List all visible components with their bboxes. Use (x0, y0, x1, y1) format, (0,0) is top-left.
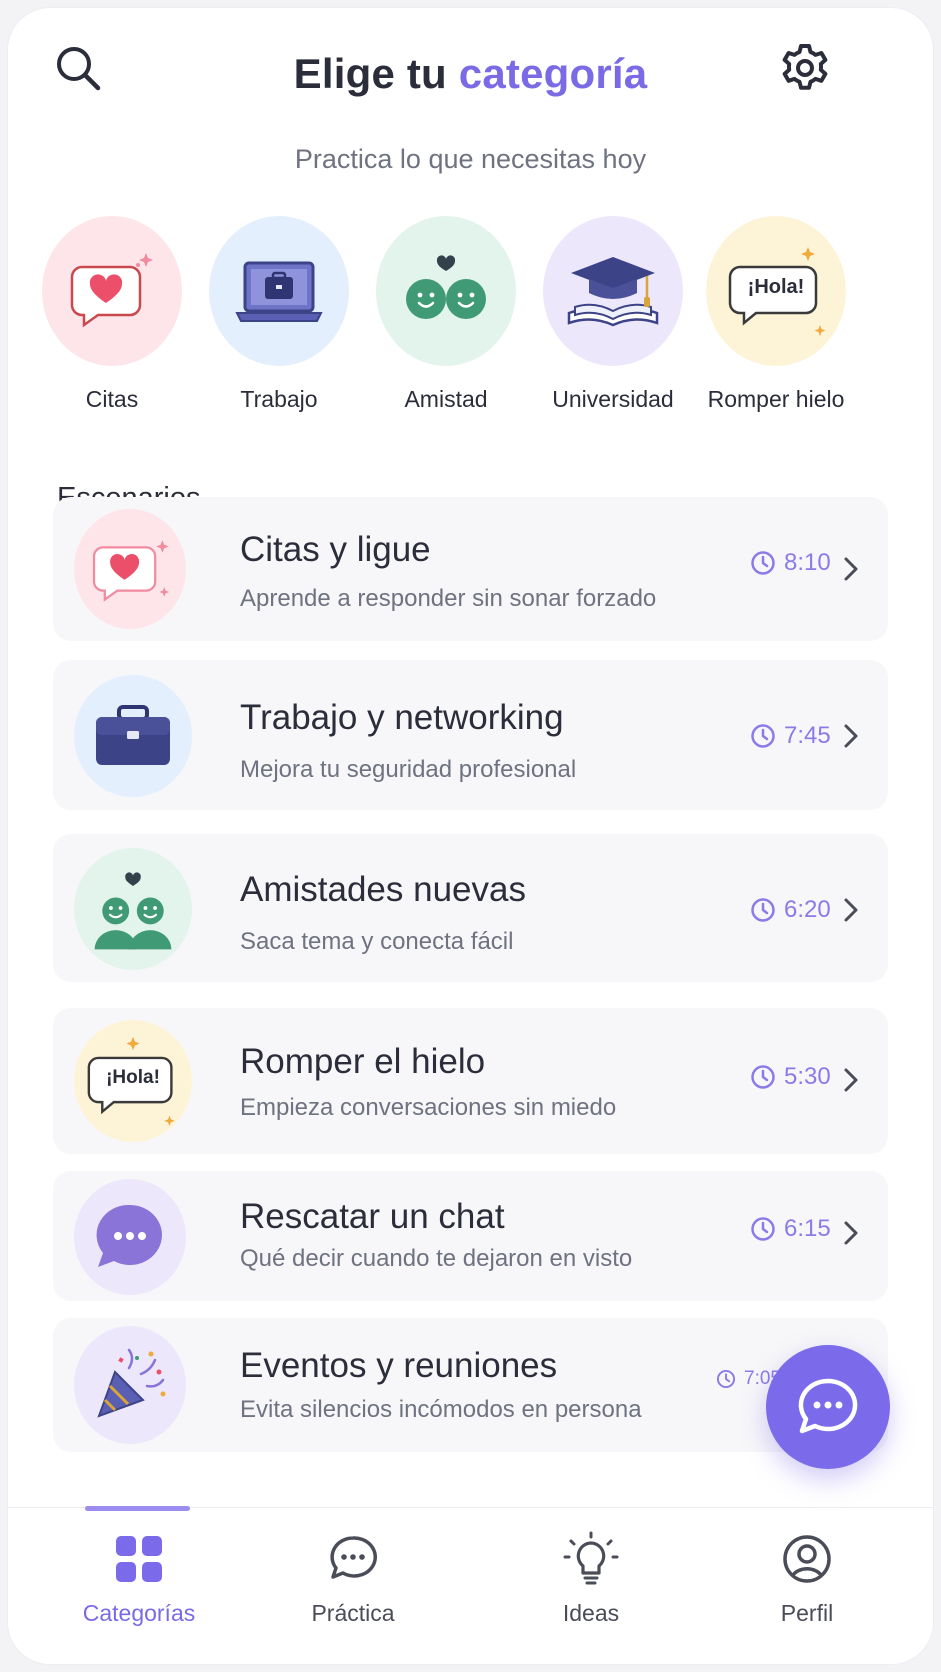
chat-dots-icon (96, 1204, 162, 1267)
friends-icon (406, 255, 486, 319)
nav-ideas[interactable]: Ideas (506, 1528, 676, 1627)
scenario-time: 7:45 (784, 722, 831, 749)
category-trabajo[interactable]: Trabajo (194, 216, 364, 413)
category-strip: Citas Trabajo Amistad Universidad ¡Hola!… (8, 216, 933, 426)
hola-bubble-text: ¡Hola! (106, 1067, 160, 1088)
chat-bubble-icon (798, 1378, 858, 1434)
clock-icon (751, 1065, 775, 1089)
clock-icon (751, 551, 775, 575)
category-circle (209, 216, 349, 366)
party-popper-icon (97, 1348, 166, 1418)
scenario-avatar (74, 1326, 186, 1444)
scenario-desc: Saca tema y conecta fácil (240, 928, 514, 955)
heart-chat-icon (92, 540, 170, 602)
category-label: Romper hielo (707, 386, 845, 412)
settings-button[interactable] (777, 40, 833, 96)
hola-bubble-icon: ¡Hola! (85, 1033, 181, 1129)
scenario-time: 8:10 (784, 549, 831, 576)
briefcase-icon (96, 705, 170, 765)
category-citas[interactable]: Citas (27, 216, 197, 413)
page-title-accent: categoría (458, 50, 648, 97)
clock-icon (716, 1369, 736, 1389)
scenario-title: Amistades nuevas (240, 870, 526, 909)
scenario-title: Eventos y reuniones (240, 1346, 558, 1385)
scenario-duration: 5:30 (750, 1063, 831, 1091)
profile-icon (783, 1535, 831, 1583)
scenario-card-rescatar-chat[interactable]: Rescatar un chat Qué decir cuando te dej… (53, 1171, 888, 1301)
category-label: Trabajo (240, 386, 318, 412)
scenario-title: Trabajo y networking (240, 698, 564, 737)
chat-icon (330, 1536, 378, 1579)
gear-icon (782, 44, 828, 90)
chevron-right-icon (844, 1221, 858, 1245)
scenario-card-eventos[interactable]: Eventos y reuniones Evita silencios incó… (53, 1318, 888, 1452)
scenario-desc: Aprende a responder sin sonar forzado (240, 585, 657, 612)
scenario-duration: 8:10 (750, 549, 831, 577)
category-romper-hielo[interactable]: ¡Hola! Romper hielo (691, 216, 861, 413)
chat-fab-button[interactable] (766, 1345, 890, 1469)
app-screen: Elige tu categoría Practica lo que neces… (8, 8, 933, 1664)
graduation-cap-icon (567, 257, 659, 327)
scenario-card-citas[interactable]: Citas y ligue Aprende a responder sin so… (53, 497, 888, 641)
category-circle (543, 216, 683, 366)
scenario-desc: Mejora tu seguridad profesional (240, 756, 577, 783)
category-circle: ¡Hola! (706, 216, 846, 366)
scenario-desc: Qué decir cuando te dejaron en visto (240, 1245, 633, 1272)
heart-chat-icon (70, 253, 153, 328)
scenario-time: 6:20 (784, 896, 831, 923)
category-amistad[interactable]: Amistad (361, 216, 531, 413)
nav-label: Perfil (780, 1600, 834, 1626)
scenario-avatar (74, 1179, 186, 1295)
chevron-right-icon (844, 724, 858, 748)
scenario-title: Romper el hielo (240, 1042, 486, 1081)
grid-icon (116, 1536, 162, 1582)
scenario-title: Rescatar un chat (240, 1197, 505, 1236)
nav-practica[interactable]: Práctica (268, 1528, 438, 1627)
scenario-card-trabajo[interactable]: Trabajo y networking Mejora tu seguridad… (53, 660, 888, 810)
category-circle (42, 216, 182, 366)
clock-icon (751, 1217, 775, 1241)
scenario-desc: Empieza conversaciones sin miedo (240, 1094, 617, 1121)
scenario-duration: 7:45 (750, 722, 831, 750)
scenario-desc: Evita silencios incómodos en persona (240, 1396, 642, 1423)
friends-icon (94, 872, 172, 950)
nav-label: Categorías (82, 1600, 196, 1626)
scenario-card-romper-hielo[interactable]: ¡Hola! Romper el hielo Empieza conversac… (53, 1008, 888, 1154)
scenario-avatar (74, 675, 192, 797)
scenario-duration: 6:15 (750, 1215, 831, 1243)
page-title-main: Elige tu (293, 50, 447, 97)
category-circle (376, 216, 516, 366)
hola-bubble-text: ¡Hola! (747, 276, 805, 298)
clock-icon (751, 898, 775, 922)
category-label: Citas (85, 386, 139, 412)
chevron-right-icon (844, 1068, 858, 1092)
laptop-briefcase-icon (235, 261, 323, 322)
scenario-card-amistades[interactable]: Amistades nuevas Saca tema y conecta fác… (53, 834, 888, 982)
scenario-avatar (74, 848, 192, 970)
category-label: Amistad (404, 386, 488, 412)
clock-icon (751, 724, 775, 748)
bottom-nav: Categorías Práctica Ideas Perfil (8, 1506, 933, 1664)
scenario-title: Citas y ligue (240, 530, 431, 569)
chevron-right-icon (844, 898, 858, 922)
nav-perfil[interactable]: Perfil (722, 1528, 892, 1627)
nav-label: Práctica (311, 1600, 395, 1626)
scenario-duration: 6:20 (750, 896, 831, 924)
scenario-avatar (74, 509, 186, 629)
active-tab-indicator (85, 1506, 190, 1511)
scenario-time: 5:30 (784, 1063, 831, 1090)
hola-bubble-icon: ¡Hola! (726, 241, 826, 341)
nav-categorias[interactable]: Categorías (54, 1528, 224, 1627)
lightbulb-icon (563, 1531, 619, 1585)
scenario-time: 6:15 (784, 1215, 831, 1242)
scenario-avatar: ¡Hola! (74, 1020, 192, 1142)
category-label: Universidad (552, 386, 674, 412)
category-universidad[interactable]: Universidad (528, 216, 698, 413)
nav-label: Ideas (562, 1600, 620, 1626)
chevron-right-icon (844, 557, 858, 581)
page-subtitle: Practica lo que necesitas hoy (294, 144, 647, 174)
